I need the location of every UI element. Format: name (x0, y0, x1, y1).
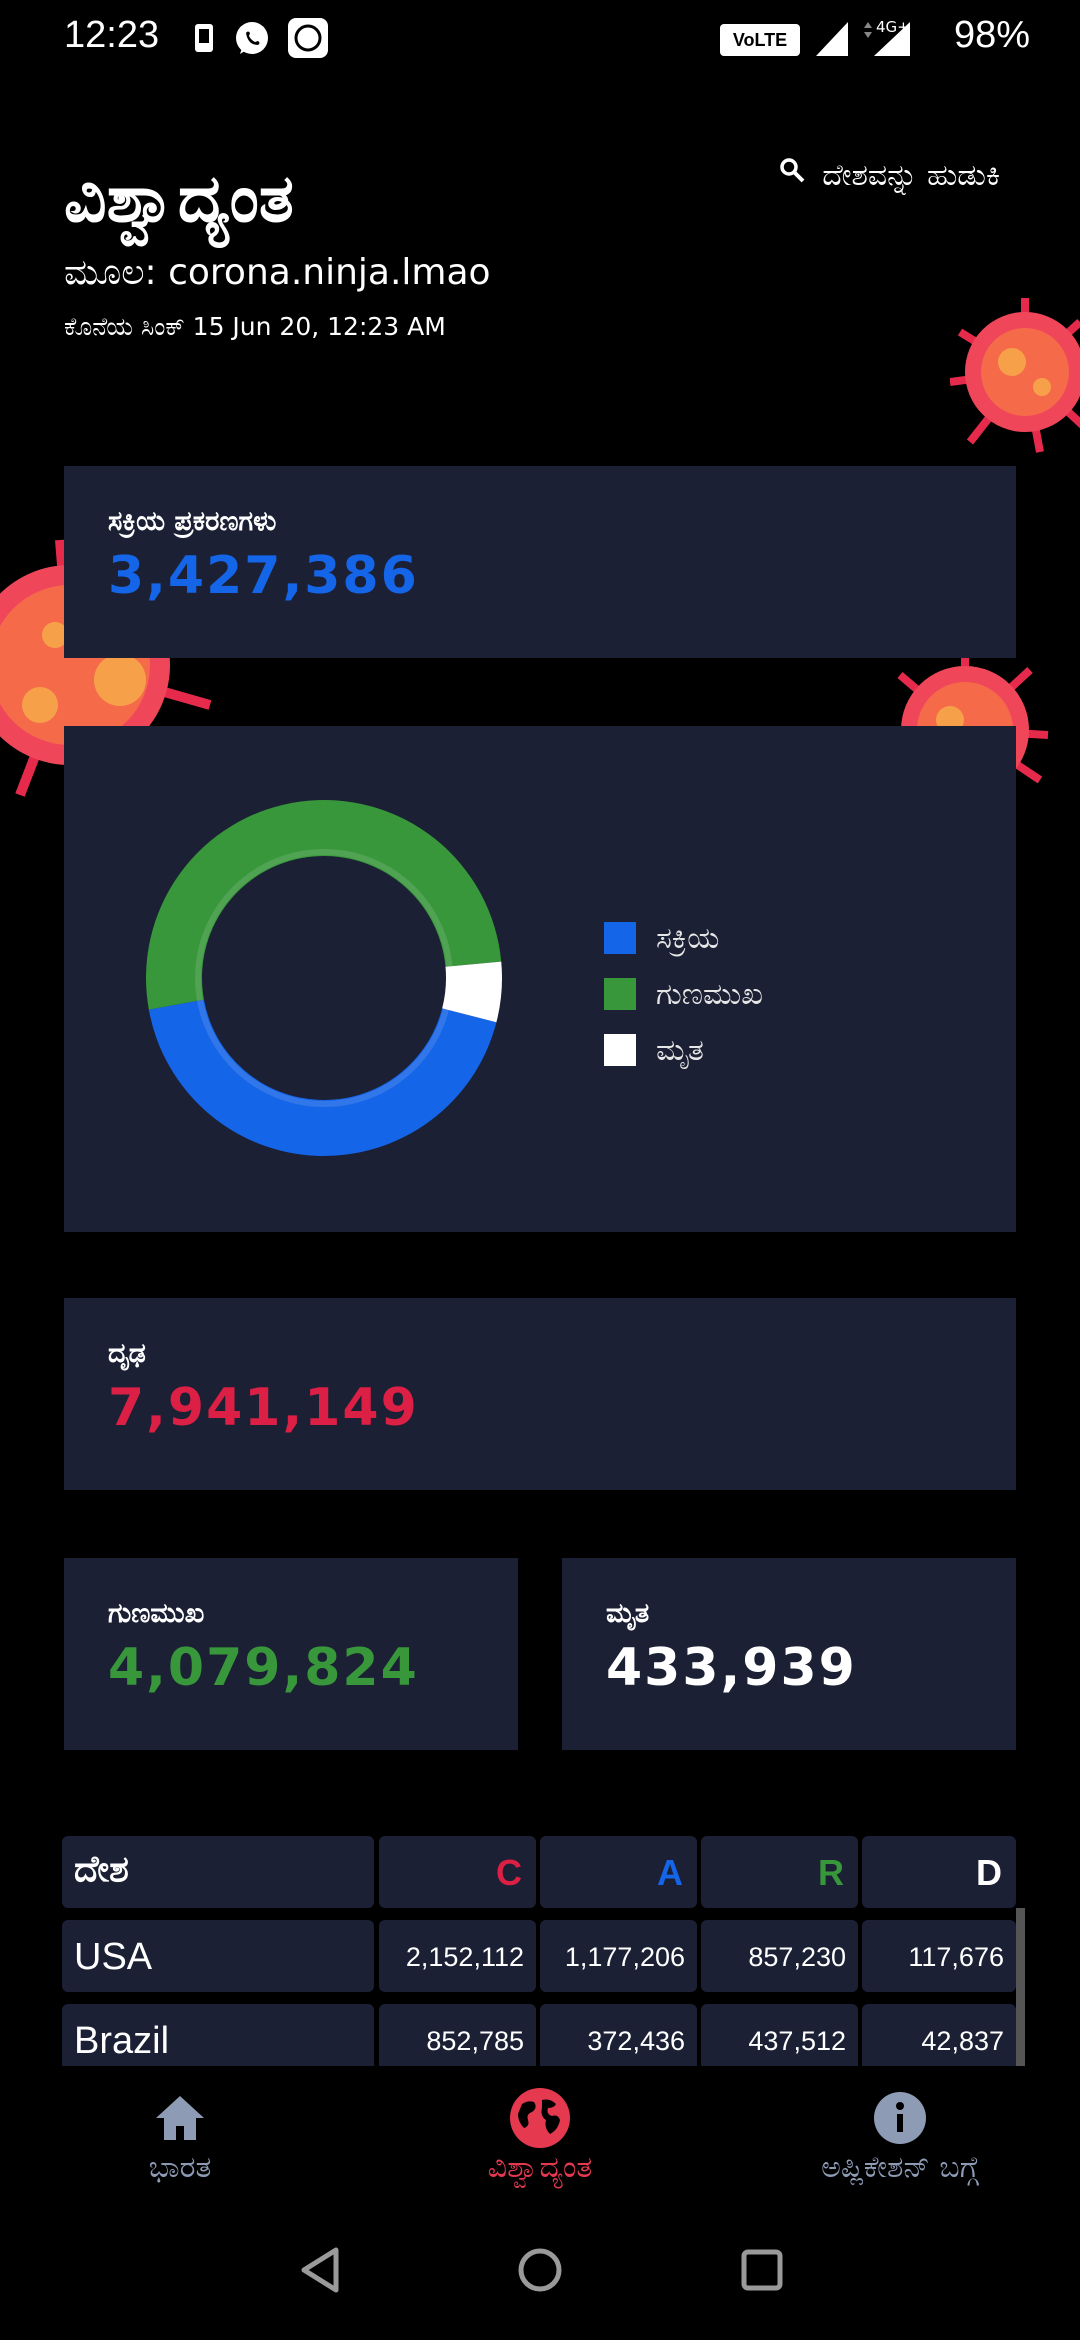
active-value: 372,436 (587, 2026, 685, 2056)
recovered-value: 857,230 (748, 1942, 846, 1972)
legend-label: ಸಕ್ರಿಯ (656, 920, 720, 956)
table-header-recovered[interactable]: R (701, 1836, 858, 1908)
table-cell-recovered: 857,230 (701, 1920, 858, 1992)
table-header-active[interactable]: A (540, 1836, 697, 1908)
deaths-label: ಮೃತ (606, 1598, 650, 1629)
confirmed-cases-label: ದೃಢ (108, 1338, 146, 1369)
header-active-label: A (657, 1852, 683, 1893)
chart-legend: ಸಕ್ರಿಯ ಗುಣಮುಖ ಮೃತ (604, 910, 763, 1078)
deaths-value: 42,837 (921, 2026, 1004, 2056)
confirmed-cases-value: 7,941,149 (108, 1378, 419, 1438)
cases-chart-card: ಸಕ್ರಿಯ ಗುಣಮುಖ ಮೃತ (64, 726, 1016, 1232)
legend-swatch (604, 978, 636, 1010)
table-cell-confirmed: 2,152,112 (379, 1920, 536, 1992)
table-cell-deaths: 117,676 (862, 1920, 1016, 1992)
deaths-card: ಮೃತ 433,939 (562, 1558, 1016, 1750)
table-scrollbar[interactable] (1016, 1908, 1025, 2066)
table-row-country[interactable]: USA (62, 1920, 374, 1992)
header-recovered-label: R (818, 1852, 844, 1893)
active-cases-label: ಸಕ್ರಿಯ ಪ್ರಕರಣಗಳು (108, 506, 277, 537)
info-icon (872, 2090, 928, 2150)
nav-item-worldwide[interactable]: ವಿಶ್ವಾದ್ಯಂತ (360, 2066, 720, 2206)
header-deaths-label: D (976, 1852, 1002, 1893)
table-cell-confirmed: 852,785 (379, 2004, 536, 2066)
nav-label-about-app: ಅಪ್ಲಿಕೇಶನ್ ಬಗ್ಗೆ (821, 2150, 979, 2185)
country-name: USA (74, 1936, 153, 1978)
deaths-value: 433,939 (606, 1638, 857, 1698)
mi-icon (288, 18, 328, 58)
signal-icon (812, 18, 852, 62)
home-icon (152, 2092, 208, 2148)
legend-item-recovered: ಗುಣಮುಖ (604, 966, 763, 1022)
active-cases-card: ಸಕ್ರಿಯ ಪ್ರಕರಣಗಳು 3,427,386 (64, 466, 1016, 658)
legend-swatch (604, 922, 636, 954)
system-navigation-bar (0, 2206, 1080, 2340)
nav-item-india[interactable]: ಭಾರತ (0, 2066, 360, 2206)
recents-icon[interactable] (740, 2248, 784, 2296)
nav-label-worldwide: ವಿಶ್ವಾದ್ಯಂತ (487, 2150, 593, 2185)
bottom-navigation: ಭಾರತ ವಿಶ್ವಾದ್ಯಂತ ಅಪ್ಲಿಕೇಶನ್ ಬಗ್ಗೆ (0, 2066, 1080, 2206)
recovered-cases-value: 4,079,824 (108, 1638, 419, 1698)
confirmed-value: 2,152,112 (405, 1942, 524, 1972)
header-confirmed-label: C (496, 1852, 522, 1893)
nav-label-india: ಭಾರತ (148, 2150, 212, 2185)
table-cell-deaths: 42,837 (862, 2004, 1016, 2066)
status-bar: 12:23 VoLTE 4G+ 98% (0, 0, 1080, 80)
table-header-country[interactable]: ದೇಶ (62, 1836, 374, 1908)
table-cell-recovered: 437,512 (701, 2004, 858, 2066)
whatsapp-icon (232, 18, 272, 58)
back-icon[interactable] (298, 2246, 342, 2298)
confirmed-value: 852,785 (426, 2026, 524, 2056)
donut-inner-ring (195, 849, 453, 1107)
source-text: ಮೂಲ: corona.ninja.lmao (64, 252, 491, 293)
status-time: 12:23 (64, 14, 160, 56)
globe-icon (508, 2086, 572, 2154)
legend-label: ಗುಣಮುಖ (656, 976, 763, 1012)
search-label: ದೇಶವನ್ನು ಹುಡುಕಿ (822, 157, 1000, 193)
header-country-label: ದೇಶ (74, 1848, 129, 1889)
search-country-button[interactable]: ದೇಶವನ್ನು ಹುಡುಕಿ (778, 156, 1000, 194)
active-value: 1,177,206 (564, 1942, 685, 1972)
legend-label: ಮೃತ (656, 1032, 704, 1068)
home-circle-icon[interactable] (516, 2246, 564, 2298)
country-table: ದೇಶ C A R D USA 2,152,112 1,177,206 857,… (0, 1836, 1080, 2066)
legend-item-active: ಸಕ್ರಿಯ (604, 910, 763, 966)
confirmed-cases-card: ದೃಢ 7,941,149 (64, 1298, 1016, 1490)
signal-4g-label: 4G+ (876, 18, 910, 36)
search-icon (778, 156, 808, 194)
battery-level: 98% (953, 14, 1030, 56)
active-cases-value: 3,427,386 (108, 546, 419, 606)
volte-icon: VoLTE (720, 24, 800, 56)
country-name: Brazil (74, 2020, 170, 2062)
table-cell-active: 1,177,206 (540, 1920, 697, 1992)
table-header-deaths[interactable]: D (862, 1836, 1016, 1908)
recovered-cases-card: ಗುಣಮುಖ 4,079,824 (64, 1558, 518, 1750)
table-cell-active: 372,436 (540, 2004, 697, 2066)
table-row-country[interactable]: Brazil (62, 2004, 374, 2066)
nav-item-about-app[interactable]: ಅಪ್ಲಿಕೇಶನ್ ಬಗ್ಗೆ (720, 2066, 1080, 2206)
table-header-confirmed[interactable]: C (379, 1836, 536, 1908)
legend-swatch (604, 1034, 636, 1066)
recovered-value: 437,512 (748, 2026, 846, 2056)
last-sync-text: ಕೊನೆಯ ಸಿಂಕ್ 15 Jun 20, 12:23 AM (64, 312, 446, 341)
recovered-cases-label: ಗುಣಮುಖ (108, 1598, 205, 1629)
donut-chart (145, 799, 502, 1156)
deaths-value: 117,676 (908, 1942, 1004, 1972)
legend-item-deaths: ಮೃತ (604, 1022, 763, 1078)
phone-icon (184, 18, 224, 58)
virus-decoration-icon (949, 292, 1080, 466)
page-title: ವಿಶ್ವಾದ್ಯಂತ (64, 160, 294, 237)
